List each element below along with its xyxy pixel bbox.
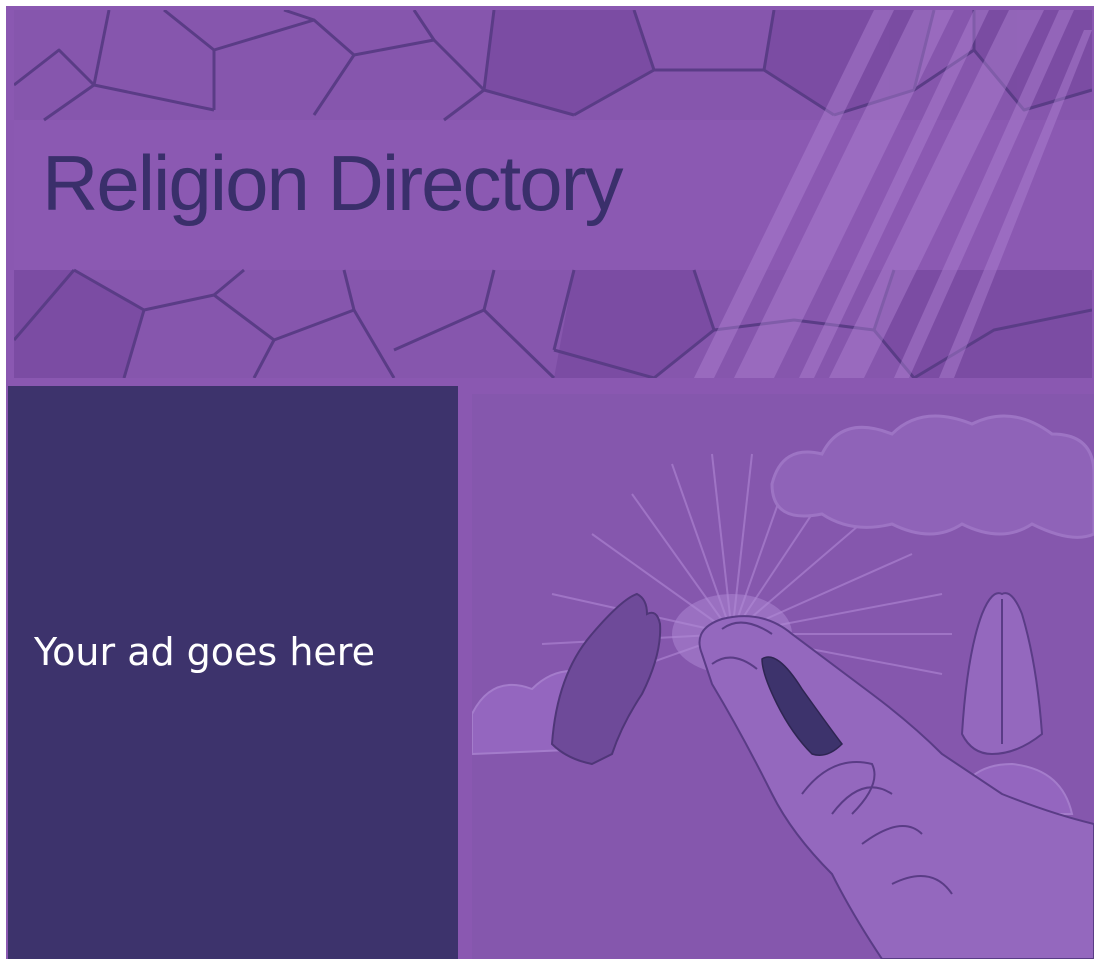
praying-hands-illustration (472, 394, 1094, 959)
page-title: Religion Directory (42, 139, 624, 227)
header-banner: Religion Directory (14, 10, 1092, 378)
ad-frame: Religion Directory Your ad goes here (6, 6, 1094, 959)
ad-placeholder-panel[interactable]: Your ad goes here (8, 386, 458, 959)
praying-hands-icon (472, 414, 1094, 959)
ad-placeholder-text: Your ad goes here (34, 630, 375, 674)
